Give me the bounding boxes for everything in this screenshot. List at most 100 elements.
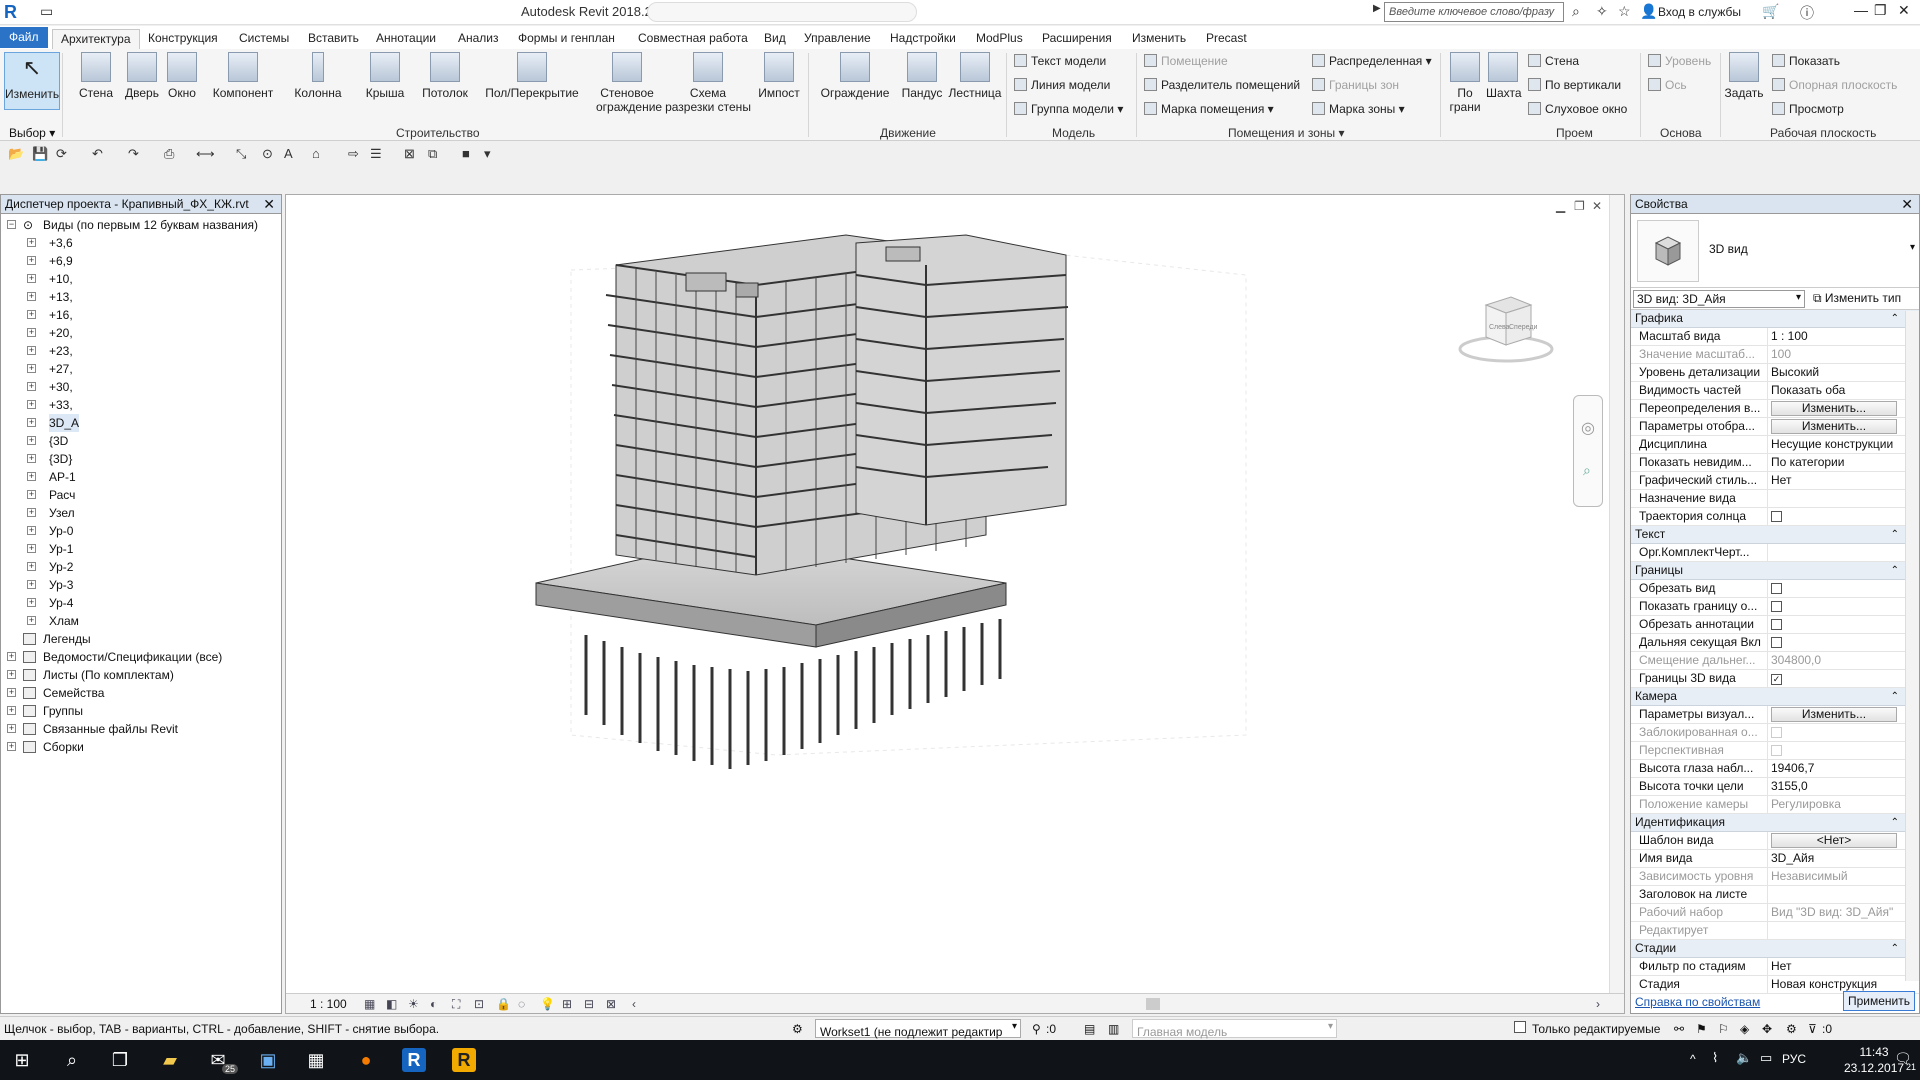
minimize-icon[interactable]: — [1854, 2, 1868, 18]
tree-node-view[interactable]: + Ур-4 [1, 594, 281, 612]
scroll-right-icon[interactable]: › [1596, 997, 1600, 1011]
room-separator-button[interactable]: Разделитель помещений [1144, 78, 1300, 92]
floor-button[interactable]: Пол/Перекрытие [482, 52, 582, 100]
exclude-options-icon[interactable]: ▥ [1108, 1022, 1119, 1036]
design-option-dropdown[interactable]: Главная модель ▾ [1132, 1019, 1337, 1039]
wall-button[interactable]: Стена [74, 52, 118, 100]
expand-icon[interactable]: + [27, 382, 36, 391]
expand-icon[interactable]: + [7, 688, 16, 697]
viewcube-left-face[interactable]: Слева [1489, 324, 1510, 331]
analytical-icon[interactable]: ⊞ [562, 997, 572, 1011]
tree-node-view[interactable]: + +3,6 [1, 234, 281, 252]
expand-icon[interactable]: + [27, 454, 36, 463]
property-group-header[interactable]: Графика ⌃ [1631, 310, 1919, 328]
zoom-icon[interactable]: ⌕ [1583, 462, 1591, 479]
redo-icon[interactable]: ↷ [128, 146, 139, 162]
collapse-icon[interactable]: ⌃ [1891, 526, 1899, 543]
tag-icon[interactable]: ⊙ [262, 146, 273, 162]
filter-icon[interactable]: ⊽ [1808, 1022, 1817, 1036]
set-workplane-button[interactable]: Задать [1724, 52, 1764, 100]
window-button[interactable]: Окно [164, 52, 200, 100]
task-view-icon[interactable]: ❐ [108, 1048, 132, 1072]
switch-windows-icon[interactable]: ⧉ [428, 146, 437, 162]
stair-button[interactable]: Лестница [946, 52, 1004, 100]
revit-logo[interactable]: R [4, 2, 24, 22]
windows-start-icon[interactable]: ⊞ [10, 1048, 34, 1072]
tree-node-group[interactable]: + Семейства [1, 684, 281, 702]
close-icon[interactable]: ✕ [1901, 196, 1913, 213]
collapse-icon[interactable]: − [7, 220, 16, 229]
property-edit-button[interactable]: Изменить... [1771, 401, 1897, 416]
level-button[interactable]: Уровень [1648, 54, 1711, 68]
grid-button[interactable]: Ось [1648, 78, 1687, 92]
tree-node-group[interactable]: + Сборки [1, 738, 281, 756]
expand-icon[interactable]: + [27, 346, 36, 355]
view-scale[interactable]: 1 : 100 [310, 997, 347, 1011]
tree-node-group[interactable]: Легенды [1, 630, 281, 648]
file-explorer-icon[interactable]: ▰ [158, 1048, 182, 1072]
tab-view[interactable]: Вид [756, 29, 794, 49]
tree-node-view[interactable]: + Ур-3 [1, 576, 281, 594]
type-selector[interactable]: 3D вид ▾ [1631, 214, 1919, 288]
viewcube[interactable]: Слева Спереди [1456, 285, 1556, 365]
network-icon[interactable]: ⌇ [1712, 1050, 1718, 1066]
apply-button[interactable]: Применить [1843, 991, 1915, 1011]
3d-view-icon[interactable]: ⌂ [312, 146, 320, 161]
property-edit-button[interactable]: Изменить... [1771, 419, 1897, 434]
property-value[interactable]: Показать оба [1767, 382, 1901, 399]
expand-icon[interactable]: + [27, 490, 36, 499]
reveal-hidden-icon[interactable]: 💡 [540, 997, 555, 1011]
model-text-button[interactable]: Текст модели [1014, 54, 1106, 68]
subscription-icon[interactable]: ✧ [1596, 3, 1608, 20]
show-workplane-button[interactable]: Показать [1772, 54, 1840, 68]
collapse-icon[interactable]: ⌃ [1891, 940, 1899, 957]
favorites-star-icon[interactable]: ☆ [1618, 3, 1631, 20]
expand-icon[interactable]: + [27, 328, 36, 337]
property-value[interactable]: Изменить... [1767, 418, 1901, 435]
expand-icon[interactable]: + [27, 580, 36, 589]
expand-icon[interactable]: + [27, 292, 36, 301]
expand-icon[interactable]: + [7, 670, 16, 679]
render-icon[interactable]: ⛶ [452, 997, 460, 1012]
property-value[interactable] [1767, 544, 1901, 561]
tree-node-view[interactable]: + Узел [1, 504, 281, 522]
property-group-header[interactable]: Идентификация ⌃ [1631, 814, 1919, 832]
revit-taskbar-icon[interactable]: R [402, 1048, 426, 1072]
door-button[interactable]: Дверь [122, 52, 162, 100]
expand-icon[interactable]: + [27, 274, 36, 283]
editable-only-checkbox[interactable] [1514, 1021, 1526, 1033]
tree-node-group[interactable]: + Группы [1, 702, 281, 720]
chevron-down-icon[interactable]: ▾ [1910, 242, 1915, 253]
instance-selector[interactable]: 3D вид: 3D_Айя ▾ [1633, 290, 1805, 308]
tree-node-view[interactable]: + АР-1 [1, 468, 281, 486]
thin-lines-icon[interactable]: ☰ [370, 146, 382, 162]
explorer-icon[interactable]: ▣ [256, 1048, 280, 1072]
property-value[interactable]: По категории [1767, 454, 1901, 471]
area-button[interactable]: Распределенная ▾ [1312, 54, 1432, 68]
measure-icon[interactable]: ⟷ [196, 146, 215, 162]
close-hidden-icon[interactable]: ⊠ [404, 146, 415, 162]
dimension-icon[interactable]: ⤡ [236, 146, 246, 162]
tab-extensions[interactable]: Расширения [1034, 29, 1120, 49]
constraints-icon[interactable]: ⊠ [606, 997, 616, 1011]
component-button[interactable]: Компонент [208, 52, 278, 100]
tree-node-view[interactable]: + Ур-1 [1, 540, 281, 558]
property-value[interactable]: 1 : 100 [1767, 328, 1901, 345]
vertical-opening-button[interactable]: По вертикали [1528, 78, 1621, 92]
expand-icon[interactable]: + [27, 598, 36, 607]
tab-analyze[interactable]: Анализ [450, 29, 507, 49]
select-by-face-icon[interactable]: ◈ [1740, 1022, 1749, 1036]
open-file-icon[interactable]: 📂 [8, 146, 24, 162]
editing-requests-icon[interactable]: ⚲ [1032, 1022, 1041, 1036]
property-group-header[interactable]: Камера ⌃ [1631, 688, 1919, 706]
tab-annotate[interactable]: Аннотации [368, 29, 444, 49]
property-checkbox[interactable] [1771, 619, 1782, 630]
expand-icon[interactable]: + [27, 238, 36, 247]
model-line-button[interactable]: Линия модели [1014, 78, 1110, 92]
viewport-vertical-scrollbar[interactable] [1609, 195, 1624, 993]
user-icon[interactable]: 👤 [1640, 3, 1657, 20]
save-icon[interactable]: 💾 [32, 146, 48, 162]
collapse-icon[interactable]: ⌃ [1891, 814, 1899, 831]
tab-architecture[interactable]: Архитектура [52, 29, 140, 49]
help-search-input[interactable]: Введите ключевое слово/фразу [1384, 2, 1564, 22]
